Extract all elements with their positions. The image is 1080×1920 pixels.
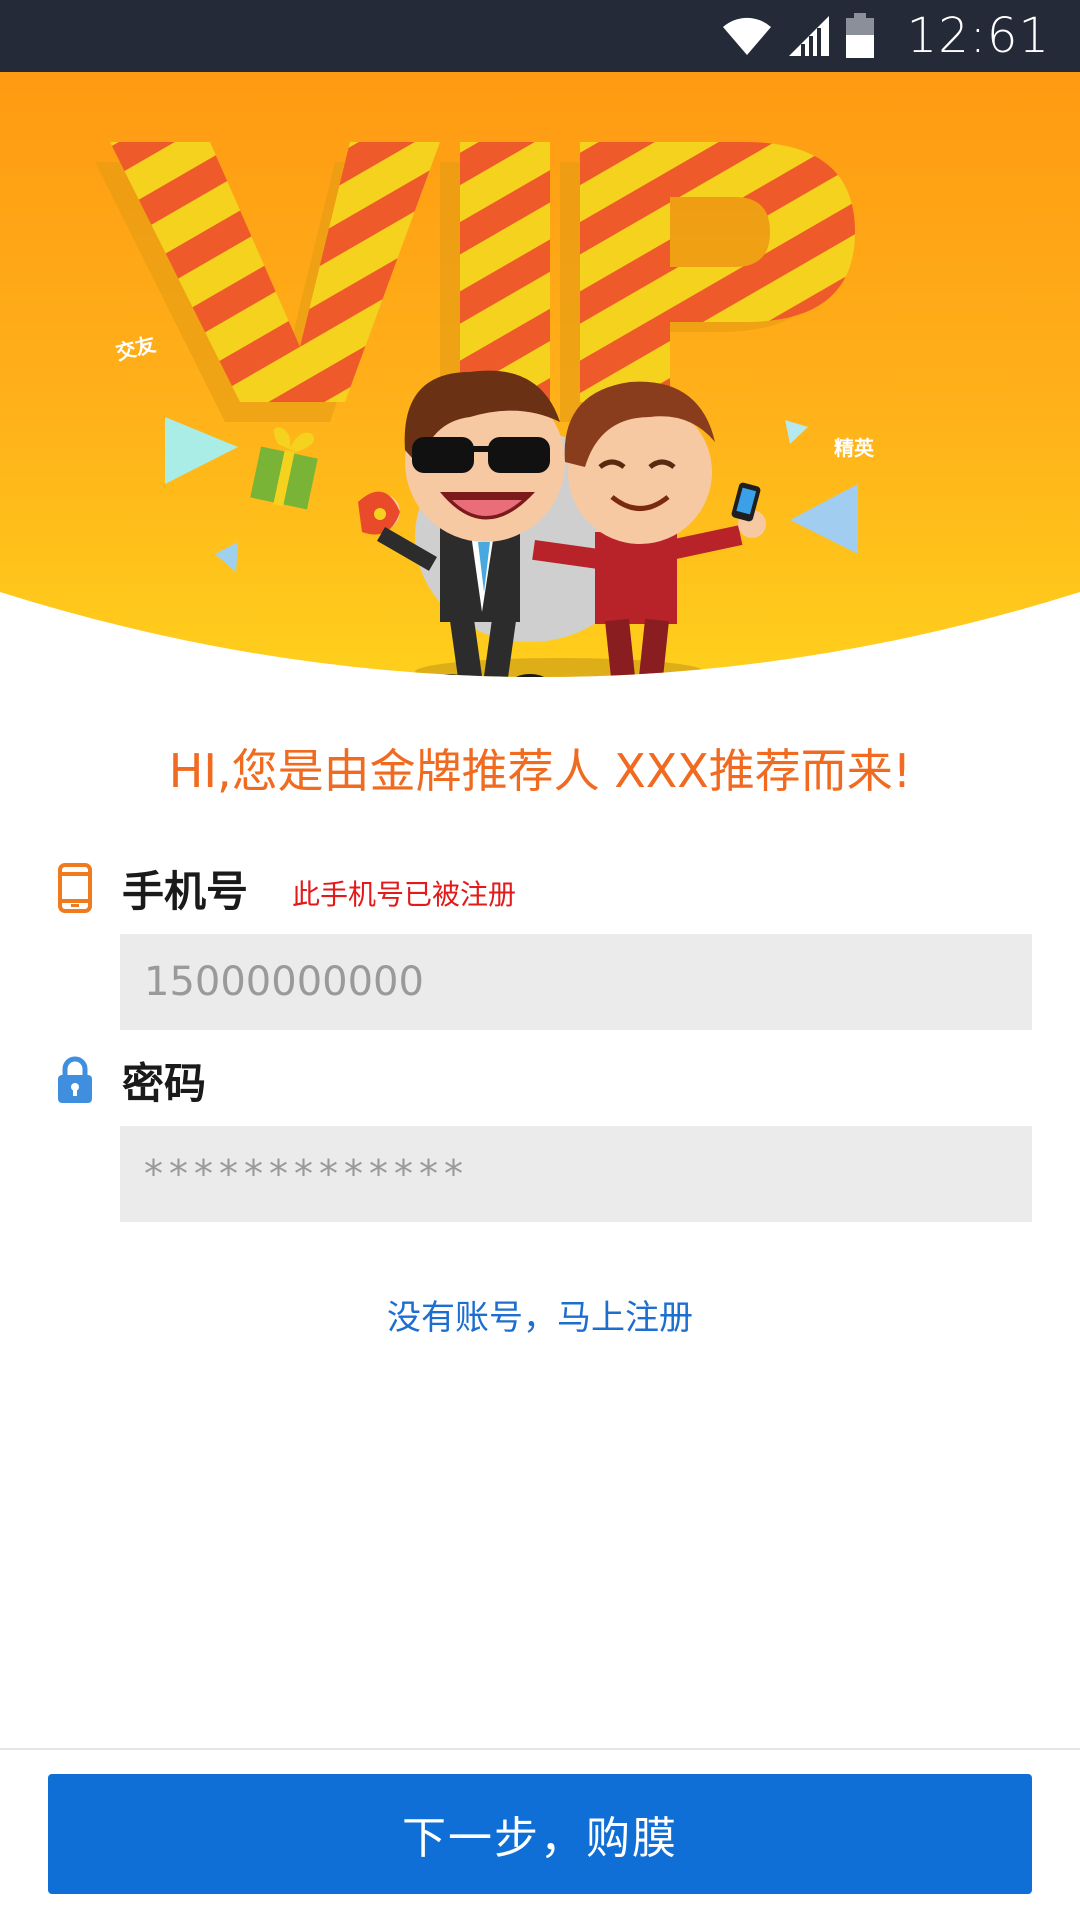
vip-register-screen: 12:61 交友 精英 HI,您是由金牌推荐人 XXX推荐而来! 手机号 此手机… [0, 0, 1080, 1920]
status-icons: 12:61 [721, 0, 1050, 72]
referral-greeting: HI,您是由金牌推荐人 XXX推荐而来! [168, 744, 912, 798]
phone-input[interactable]: 15000000000 [120, 934, 1032, 1030]
bottom-divider [0, 1748, 1080, 1750]
signal-icon [787, 14, 831, 58]
lock-icon [56, 1054, 94, 1106]
phone-error-message: 此手机号已被注册 [292, 878, 517, 911]
status-bar: 12:61 [0, 0, 1080, 72]
phone-label: 手机号 [122, 866, 249, 916]
password-label-row: 密码 [56, 1050, 206, 1110]
next-step-button[interactable]: 下一步，购膜 [48, 1774, 1032, 1894]
hero-banner: 交友 精英 [0, 72, 1080, 702]
battery-icon [845, 13, 875, 59]
phone-label-row: 手机号 此手机号已被注册 [56, 858, 516, 918]
hero-illustration: 交友 精英 [0, 72, 1080, 677]
status-time: 12:61 [906, 8, 1050, 64]
password-input[interactable]: ************* [120, 1126, 1032, 1222]
register-link[interactable]: 没有账号，马上注册 [0, 1290, 1080, 1339]
phone-icon [56, 862, 94, 914]
password-label: 密码 [122, 1058, 207, 1108]
wifi-icon [721, 15, 773, 57]
hero-tag-right: 精英 [834, 436, 875, 460]
